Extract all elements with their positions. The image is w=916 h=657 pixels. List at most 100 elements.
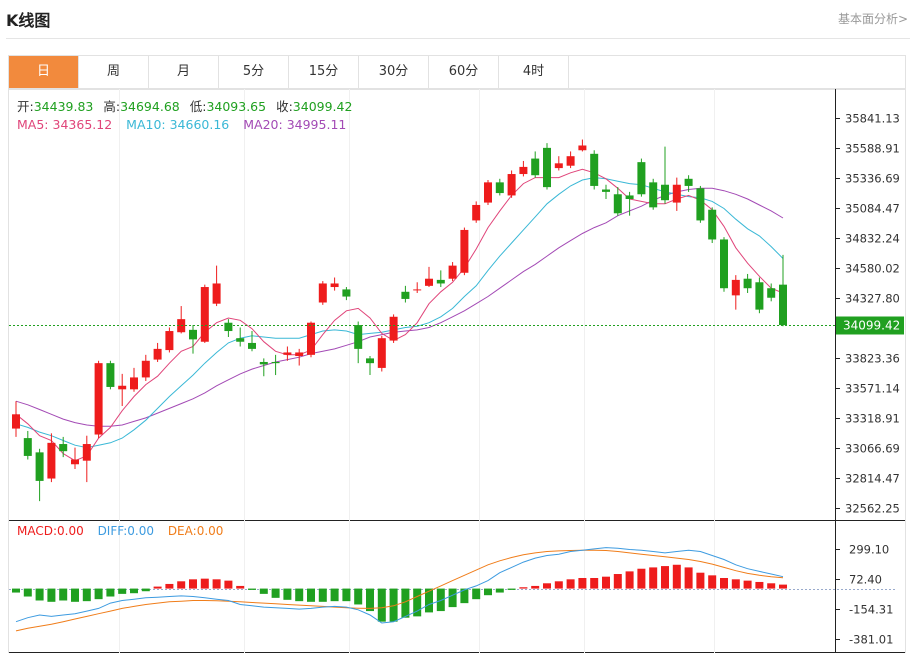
kline-chart[interactable]: 35841.13 35588.91 35336.69 35084.47 34832.24… xyxy=(9,89,905,653)
macd-label: MACD: xyxy=(17,524,57,538)
macd-bar xyxy=(743,580,752,589)
macd-bar xyxy=(472,588,481,600)
macd-bar xyxy=(35,588,44,601)
last-price-label: 34099.42 xyxy=(843,319,900,333)
macd-bar xyxy=(118,588,127,594)
period-tabs: 日 周 月 5分 15分 30分 60分 4时 xyxy=(8,55,906,89)
candle-body xyxy=(271,361,280,364)
macd-bar xyxy=(554,581,563,589)
candle-body xyxy=(318,283,327,303)
candle xyxy=(47,433,56,483)
candle-body xyxy=(731,279,740,296)
open-value: 34439.83 xyxy=(34,99,94,114)
macd-bar xyxy=(71,588,79,602)
macd-bar xyxy=(708,575,717,589)
candle-body xyxy=(472,204,481,221)
candle-body xyxy=(118,385,127,390)
macd-bar xyxy=(672,564,681,589)
price-tick-label: 32814.47 xyxy=(845,472,900,486)
candle xyxy=(649,178,658,210)
ohlc-readout: 开:34439.83 高:34694.68 低:34093.65 收:34099… xyxy=(17,99,352,114)
candle xyxy=(460,227,469,276)
candle xyxy=(519,160,528,177)
candle xyxy=(543,143,551,190)
tab-15min[interactable]: 15分 xyxy=(289,56,359,88)
price-tick-label: 35841.13 xyxy=(845,112,900,126)
macd-bar xyxy=(153,586,162,589)
price-tick-label: 34327.80 xyxy=(845,292,900,306)
tab-30min[interactable]: 30分 xyxy=(359,56,429,88)
tab-4hour[interactable]: 4时 xyxy=(499,56,569,88)
ma5-line xyxy=(15,168,784,462)
moving-average-lines xyxy=(15,168,784,462)
candle xyxy=(165,327,174,353)
candle xyxy=(507,170,516,198)
candle xyxy=(755,277,764,314)
candle xyxy=(12,401,20,437)
tab-5min[interactable]: 5分 xyxy=(219,56,289,88)
price-tick-label: 33066.69 xyxy=(845,442,900,456)
macd-bar xyxy=(318,588,327,602)
candle xyxy=(389,314,398,343)
candle xyxy=(484,179,492,205)
close-label: 收: xyxy=(276,99,293,114)
price-tick-label: 32562.25 xyxy=(845,502,900,516)
price-tick-label: 33571.14 xyxy=(845,382,900,396)
macd-readout: MACD:0.00 DIFF:0.00 DEA:0.00 xyxy=(17,524,223,538)
macd-bar xyxy=(649,567,658,589)
kline-chart-container: 35841.13 35588.91 35336.69 35084.47 34832.24… xyxy=(8,89,906,653)
candle-body xyxy=(35,452,44,481)
candle xyxy=(200,284,209,343)
candle xyxy=(425,266,433,288)
macd-bar xyxy=(177,581,186,589)
macd-histogram xyxy=(12,564,787,622)
candle xyxy=(413,282,422,293)
candle-body xyxy=(743,278,752,289)
macd-bar xyxy=(602,576,610,589)
candle xyxy=(495,178,504,196)
candle-body xyxy=(720,239,728,289)
candle-body xyxy=(637,162,646,195)
candle xyxy=(82,435,91,483)
candle xyxy=(59,436,68,458)
candle-body xyxy=(413,289,422,291)
macd-bar xyxy=(661,566,669,589)
candle xyxy=(354,321,363,364)
high-value: 34694.68 xyxy=(120,99,180,114)
macd-bar xyxy=(212,579,221,589)
macd-bar xyxy=(130,588,138,594)
candle xyxy=(94,360,103,439)
candle-body xyxy=(71,459,79,465)
candle xyxy=(590,150,599,190)
price-tick-label: 35336.69 xyxy=(845,172,900,186)
candle-body xyxy=(307,322,315,355)
low-value: 34093.65 xyxy=(206,99,266,114)
tab-week[interactable]: 周 xyxy=(79,56,149,88)
grid-lines xyxy=(119,89,715,653)
macd-bar xyxy=(82,588,91,602)
macd-bar xyxy=(625,571,634,589)
macd-bar xyxy=(436,588,445,612)
candle xyxy=(295,348,304,366)
candle-body xyxy=(531,158,540,176)
candle-body xyxy=(224,322,233,332)
candle-body xyxy=(590,153,599,186)
ma10-label: MA10: xyxy=(126,117,165,132)
candle-body xyxy=(436,279,445,284)
candle-body xyxy=(401,291,410,299)
candle xyxy=(330,277,339,291)
candle xyxy=(318,281,327,305)
tab-month[interactable]: 月 xyxy=(149,56,219,88)
candle-body xyxy=(625,195,634,200)
candle-body xyxy=(200,287,209,342)
candle xyxy=(130,367,138,392)
candle-body xyxy=(448,265,457,279)
tab-60min[interactable]: 60分 xyxy=(429,56,499,88)
candle-body xyxy=(259,361,268,365)
candle-body xyxy=(649,182,658,208)
tab-day[interactable]: 日 xyxy=(9,56,79,88)
page-title: K线图 xyxy=(6,11,51,30)
fundamental-analysis-link[interactable]: 基本面分析> xyxy=(838,10,908,27)
diff-value: 0.00 xyxy=(127,524,154,538)
candle xyxy=(259,358,268,377)
